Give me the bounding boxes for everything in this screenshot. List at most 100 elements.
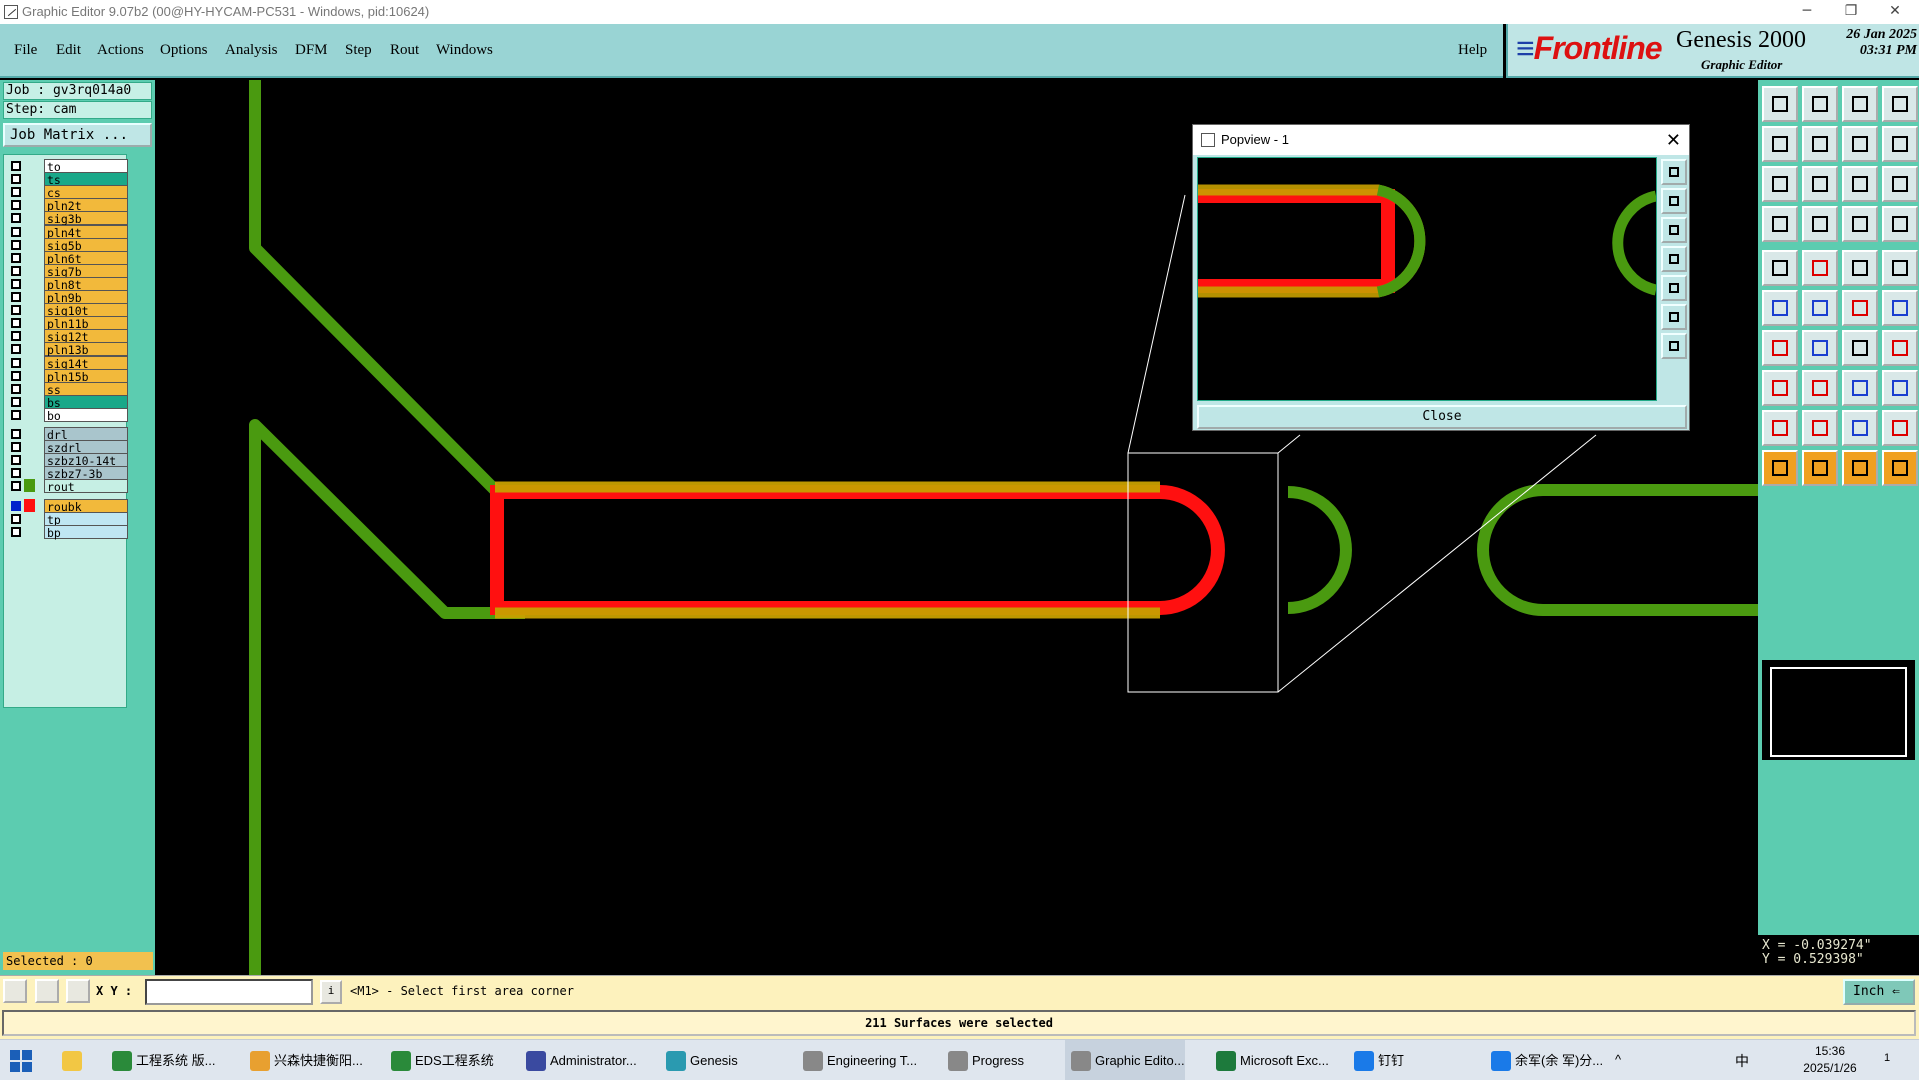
tool-button-1-3[interactable]	[1842, 86, 1878, 122]
taskbar-item[interactable]: 工程系统 版...	[106, 1040, 215, 1080]
layer-name[interactable]: to	[44, 159, 128, 174]
ime-indicator[interactable]: 中	[1735, 1051, 1749, 1071]
layer-color-swatch[interactable]	[24, 382, 35, 395]
layer-row-roubk[interactable]: roubk	[9, 498, 128, 514]
layer-color-swatch[interactable]	[24, 356, 35, 369]
grid-icon[interactable]	[66, 979, 90, 1003]
layer-color-swatch[interactable]	[24, 225, 35, 238]
layer-checkbox[interactable]	[11, 344, 21, 355]
tool-button-6-2[interactable]	[1802, 290, 1838, 326]
tool-button-10-3[interactable]	[1842, 450, 1878, 486]
layer-row-cs[interactable]: cs	[9, 185, 128, 200]
layer-color-swatch[interactable]	[24, 277, 35, 290]
layer-checkbox[interactable]	[11, 370, 21, 381]
layer-color-swatch[interactable]	[24, 479, 35, 493]
taskbar-item[interactable]: 钉钉	[1348, 1040, 1404, 1080]
layer-checkbox[interactable]	[11, 239, 21, 250]
popview-tool-2[interactable]	[1661, 188, 1687, 214]
tool-button-4-4[interactable]	[1882, 206, 1918, 242]
popview-canvas[interactable]	[1197, 157, 1658, 401]
menu-edit[interactable]: Edit	[56, 42, 81, 59]
measure-icon[interactable]	[35, 979, 59, 1003]
layer-color-swatch[interactable]	[24, 525, 35, 538]
layer-color-swatch[interactable]	[24, 264, 35, 277]
layer-name[interactable]: drl	[44, 427, 128, 442]
tool-button-1-1[interactable]	[1762, 86, 1798, 122]
job-matrix-button[interactable]: Job Matrix ...	[3, 123, 152, 147]
layer-color-swatch[interactable]	[24, 198, 35, 211]
layer-row-pln15b[interactable]: pln15b	[9, 368, 128, 384]
tool-button-8-4[interactable]	[1882, 370, 1918, 406]
taskbar-item[interactable]: Engineering T...	[797, 1040, 917, 1080]
tool-button-10-1[interactable]	[1762, 450, 1798, 486]
popview-tool-3[interactable]	[1661, 217, 1687, 243]
taskbar-item[interactable]: Administrator...	[520, 1040, 637, 1080]
tool-button-5-4[interactable]	[1882, 250, 1918, 286]
layer-checkbox[interactable]	[11, 265, 21, 276]
layer-row-sig3b[interactable]: sig3b	[9, 211, 128, 226]
layer-checkbox[interactable]	[11, 174, 21, 185]
layer-color-swatch[interactable]	[24, 395, 35, 408]
tool-button-6-1[interactable]	[1762, 290, 1798, 326]
layer-row-sig7b[interactable]: sig7b	[9, 263, 128, 279]
layer-name[interactable]: tp	[44, 511, 128, 527]
layer-name[interactable]: pln6t	[44, 250, 128, 266]
tool-button-5-2[interactable]	[1802, 250, 1838, 286]
taskbar-clock[interactable]: 15:36 2025/1/26	[1790, 1043, 1870, 1077]
tool-button-2-2[interactable]	[1802, 126, 1838, 162]
layer-row-pln2t[interactable]: pln2t	[9, 198, 128, 213]
layer-color-swatch[interactable]	[24, 211, 35, 224]
taskbar-item[interactable]: Microsoft Exc...	[1210, 1040, 1329, 1080]
tool-button-8-2[interactable]	[1802, 370, 1838, 406]
xy-input[interactable]	[145, 979, 313, 1005]
popview-tool-5[interactable]	[1661, 275, 1687, 301]
layer-name[interactable]: pln15b	[44, 368, 128, 384]
layer-name[interactable]: sig12t	[44, 329, 128, 344]
popview-tool-1[interactable]	[1661, 159, 1687, 185]
layer-checkbox[interactable]	[11, 305, 21, 316]
layer-color-swatch[interactable]	[24, 316, 35, 329]
layer-checkbox[interactable]	[11, 429, 21, 439]
tool-button-9-1[interactable]	[1762, 410, 1798, 446]
tool-button-2-3[interactable]	[1842, 126, 1878, 162]
layer-color-swatch[interactable]	[24, 172, 35, 185]
layer-row-bs[interactable]: bs	[9, 394, 128, 410]
overview-map[interactable]	[1762, 660, 1915, 760]
layer-name[interactable]: pln2t	[44, 198, 128, 213]
layer-row-pln11b[interactable]: pln11b	[9, 316, 128, 331]
tool-button-9-2[interactable]	[1802, 410, 1838, 446]
layer-name[interactable]: sig7b	[44, 263, 128, 279]
menu-windows[interactable]: Windows	[436, 42, 493, 59]
menu-help[interactable]: Help	[1458, 42, 1487, 59]
tool-button-6-3[interactable]	[1842, 290, 1878, 326]
layer-checkbox[interactable]	[11, 383, 21, 394]
layer-color-swatch[interactable]	[24, 466, 35, 479]
layer-checkbox[interactable]	[11, 468, 21, 479]
layer-color-swatch[interactable]	[24, 290, 35, 303]
tool-button-3-2[interactable]	[1802, 166, 1838, 202]
taskbar-item[interactable]: 兴森快捷衡阳...	[244, 1040, 363, 1080]
tool-button-1-4[interactable]	[1882, 86, 1918, 122]
tool-button-3-1[interactable]	[1762, 166, 1798, 202]
layer-name[interactable]: ss	[44, 381, 128, 397]
tool-button-9-3[interactable]	[1842, 410, 1878, 446]
layer-checkbox[interactable]	[11, 187, 21, 198]
layer-color-swatch[interactable]	[24, 498, 35, 512]
menu-analysis[interactable]: Analysis	[225, 42, 278, 59]
layer-checkbox[interactable]	[11, 455, 21, 466]
layer-row-szdrl[interactable]: szdrl	[9, 440, 128, 455]
menu-actions[interactable]: Actions	[97, 42, 144, 59]
layer-row-pln6t[interactable]: pln6t	[9, 250, 128, 266]
restore-button[interactable]: ❐	[1829, 0, 1873, 24]
layer-row-szbz7-3b[interactable]: szbz7-3b	[9, 466, 128, 481]
tool-button-7-3[interactable]	[1842, 330, 1878, 366]
tool-button-8-1[interactable]	[1762, 370, 1798, 406]
tool-button-4-3[interactable]	[1842, 206, 1878, 242]
tool-button-4-2[interactable]	[1802, 206, 1838, 242]
layer-name[interactable]: pln13b	[44, 342, 128, 357]
layer-color-swatch[interactable]	[24, 303, 35, 316]
layer-color-swatch[interactable]	[24, 251, 35, 264]
layer-checkbox[interactable]	[11, 318, 21, 329]
layer-color-swatch[interactable]	[24, 342, 35, 355]
layer-checkbox[interactable]	[11, 331, 21, 342]
